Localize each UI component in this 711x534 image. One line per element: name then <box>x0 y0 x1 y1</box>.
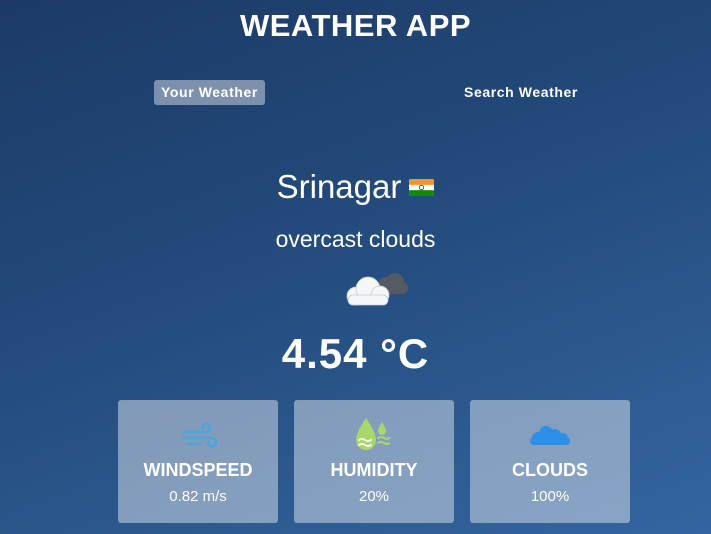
app-title: WEATHER APP <box>239 8 472 43</box>
weather-description: overcast clouds <box>275 226 436 252</box>
windspeed-label: WINDSPEED <box>143 460 253 480</box>
windspeed-value: 0.82 m/s <box>169 488 227 505</box>
city-name: Srinagar <box>276 168 402 205</box>
clouds-label: CLOUDS <box>512 460 588 480</box>
clouds-card: CLOUDS 100% <box>470 400 630 523</box>
india-flag-icon <box>409 178 435 196</box>
wind-icon <box>182 422 218 448</box>
overcast-clouds-icon <box>346 273 408 306</box>
temperature-value: 4.54 °C <box>281 330 430 377</box>
tab-your-weather[interactable]: Your Weather <box>154 80 265 105</box>
windspeed-card: WINDSPEED 0.82 m/s <box>118 400 278 523</box>
clouds-icon <box>530 426 570 445</box>
city-heading: Srinagar <box>0 168 711 206</box>
clouds-value: 100% <box>530 488 570 505</box>
humidity-drops-icon <box>356 418 390 450</box>
tab-search-weather[interactable]: Search Weather <box>457 80 585 105</box>
humidity-label: HUMIDITY <box>330 460 418 480</box>
humidity-value: 20% <box>358 488 390 505</box>
humidity-card: HUMIDITY 20% <box>294 400 454 523</box>
